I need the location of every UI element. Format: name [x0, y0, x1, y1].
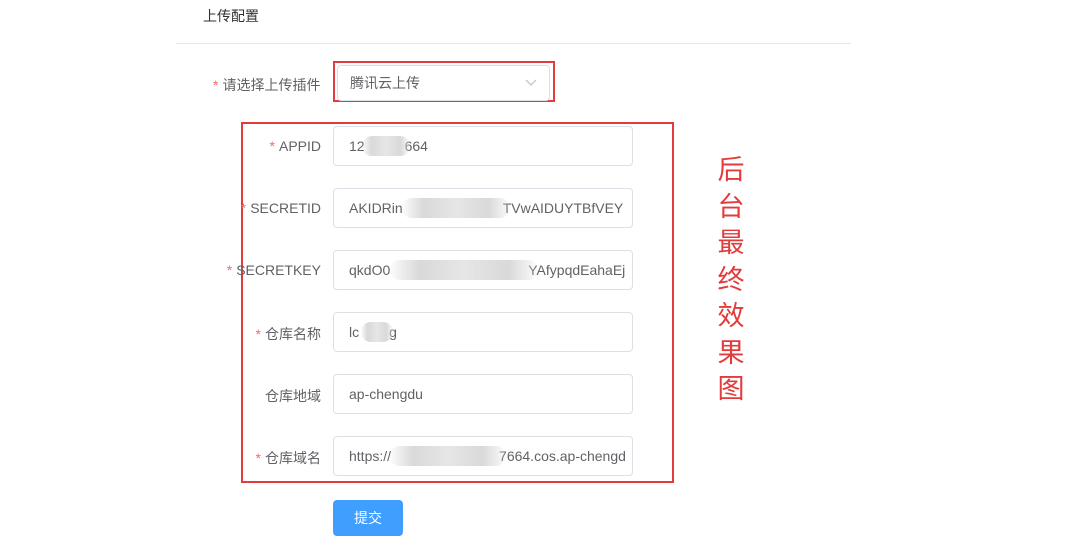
secretid-label: * SECRETID [241, 200, 321, 216]
submit-button[interactable]: 提交 [333, 500, 403, 536]
annotation-char: 图 [717, 374, 745, 405]
annotation-char: 台 [717, 191, 745, 223]
section-title: 上传配置 [203, 8, 259, 24]
bucket-region-label: 仓库地域 [265, 386, 321, 406]
bucket-region-input[interactable]: ap-chengdu [333, 374, 633, 414]
bucket-domain-label: * 仓库域名 [256, 448, 321, 468]
redaction-blur [390, 446, 506, 466]
fields-highlight-frame [241, 122, 674, 483]
annotation-char: 后 [717, 155, 745, 186]
bucket-domain-input[interactable]: https:// 7664.cos.ap-chengd [333, 436, 633, 476]
secretid-value-end: TVwAIDUYTBfVEY [502, 200, 624, 216]
bucket-domain-label-text: 仓库域名 [265, 450, 321, 466]
secretkey-label: * SECRETKEY [227, 262, 321, 278]
redaction-blur [402, 198, 510, 218]
secretkey-value-start: qkdO0 [349, 262, 391, 278]
bucket-name-label-text: 仓库名称 [265, 326, 321, 342]
required-mark: * [255, 450, 261, 466]
appid-input[interactable]: 12 664 [333, 126, 633, 166]
redaction-blur [361, 322, 393, 342]
bucket-domain-value-start: https:// [349, 448, 392, 464]
annotation-char: 效 [717, 301, 745, 332]
divider [176, 43, 851, 44]
required-mark: * [226, 262, 233, 278]
secretid-value-start: AKIDRin [349, 200, 403, 216]
plugin-label: * 请选择上传插件 [213, 75, 320, 95]
bucket-region-label-text: 仓库地域 [265, 388, 321, 404]
bucket-name-label: * 仓库名称 [256, 324, 321, 344]
annotation-char: 终 [717, 264, 745, 296]
secretkey-value-end: YAfypqdEahaEj [528, 262, 626, 278]
appid-label: * APPID [270, 138, 321, 154]
redaction-blur [390, 260, 538, 280]
bucket-name-value-start: lc [349, 324, 360, 340]
annotation-char: 最 [717, 228, 745, 259]
required-mark: * [255, 326, 261, 342]
bucket-domain-value-end: 7664.cos.ap-chengd [499, 448, 626, 464]
chevron-down-icon [525, 79, 537, 86]
required-mark: * [213, 77, 219, 93]
secretkey-label-text: SECRETKEY [236, 262, 321, 278]
annotation-char: 果 [717, 337, 745, 369]
secretid-label-text: SECRETID [250, 200, 321, 216]
required-mark: * [269, 138, 275, 154]
plugin-select[interactable]: 腾讯云上传 [337, 65, 550, 101]
secretkey-input[interactable]: qkdO0 YAfypqdEahaEj [333, 250, 633, 290]
bucket-region-value: ap-chengdu [349, 386, 423, 402]
plugin-select-value: 腾讯云上传 [350, 75, 420, 91]
required-mark: * [240, 200, 247, 216]
appid-label-text: APPID [278, 138, 321, 154]
secretid-input[interactable]: AKIDRin TVwAIDUYTBfVEY [333, 188, 633, 228]
annotation-text: 后 台 最 终 效 果 图 [716, 153, 746, 409]
plugin-label-text: 请选择上传插件 [222, 77, 321, 93]
bucket-name-input[interactable]: lc g [333, 312, 633, 352]
redaction-blur [362, 136, 410, 156]
